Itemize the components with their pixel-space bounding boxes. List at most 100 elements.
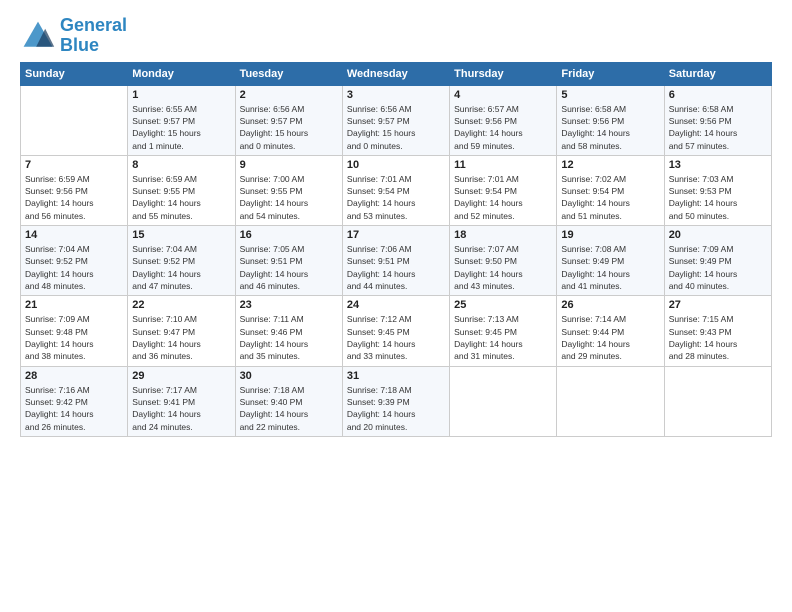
day-cell: 2 Sunrise: 6:56 AMSunset: 9:57 PMDaylight… (235, 85, 342, 155)
day-number: 7 (25, 159, 123, 171)
day-number: 31 (347, 370, 445, 382)
day-info: Sunrise: 7:18 AMSunset: 9:39 PMDaylight:… (347, 384, 445, 433)
day-cell: 1 Sunrise: 6:55 AMSunset: 9:57 PMDaylight… (128, 85, 235, 155)
day-number: 1 (132, 89, 230, 101)
day-info: Sunrise: 6:56 AMSunset: 9:57 PMDaylight:… (347, 103, 445, 152)
day-info: Sunrise: 7:01 AMSunset: 9:54 PMDaylight:… (347, 173, 445, 222)
day-cell: 3 Sunrise: 6:56 AMSunset: 9:57 PMDaylight… (342, 85, 449, 155)
day-cell: 22 Sunrise: 7:10 AMSunset: 9:47 PMDayligh… (128, 296, 235, 366)
day-cell: 12 Sunrise: 7:02 AMSunset: 9:54 PMDayligh… (557, 155, 664, 225)
day-cell: 20 Sunrise: 7:09 AMSunset: 9:49 PMDayligh… (664, 226, 771, 296)
day-number: 20 (669, 229, 767, 241)
day-info: Sunrise: 7:06 AMSunset: 9:51 PMDaylight:… (347, 243, 445, 292)
day-number: 13 (669, 159, 767, 171)
week-row-5: 28Sunrise: 7:16 AMSunset: 9:42 PMDayligh… (21, 366, 772, 436)
day-number: 14 (25, 229, 123, 241)
day-info: Sunrise: 6:56 AMSunset: 9:57 PMDaylight:… (240, 103, 338, 152)
day-number: 22 (132, 299, 230, 311)
day-number: 26 (561, 299, 659, 311)
day-cell: 6Sunrise: 6:58 AMSunset: 9:56 PMDaylight… (664, 85, 771, 155)
day-info: Sunrise: 7:09 AMSunset: 9:49 PMDaylight:… (669, 243, 767, 292)
day-cell: 24 Sunrise: 7:12 AMSunset: 9:45 PMDayligh… (342, 296, 449, 366)
day-info: Sunrise: 6:55 AMSunset: 9:57 PMDaylight:… (132, 103, 230, 152)
col-header-monday: Monday (128, 62, 235, 85)
day-info: Sunrise: 6:57 AMSunset: 9:56 PMDaylight:… (454, 103, 552, 152)
day-number: 6 (669, 89, 767, 101)
day-number: 4 (454, 89, 552, 101)
day-number: 15 (132, 229, 230, 241)
day-cell: 27Sunrise: 7:15 AMSunset: 9:43 PMDayligh… (664, 296, 771, 366)
day-cell: 7 Sunrise: 6:59 AMSunset: 9:56 PMDaylight… (21, 155, 128, 225)
logo-text: General Blue (60, 16, 127, 56)
day-number: 9 (240, 159, 338, 171)
day-number: 3 (347, 89, 445, 101)
day-info: Sunrise: 7:15 AMSunset: 9:43 PMDaylight:… (669, 313, 767, 362)
col-header-friday: Friday (557, 62, 664, 85)
day-number: 30 (240, 370, 338, 382)
day-cell: 21 Sunrise: 7:09 AMSunset: 9:48 PMDayligh… (21, 296, 128, 366)
day-info: Sunrise: 7:05 AMSunset: 9:51 PMDaylight:… (240, 243, 338, 292)
day-info: Sunrise: 7:08 AMSunset: 9:49 PMDaylight:… (561, 243, 659, 292)
day-info: Sunrise: 6:58 AMSunset: 9:56 PMDaylight:… (561, 103, 659, 152)
day-info: Sunrise: 7:17 AMSunset: 9:41 PMDaylight:… (132, 384, 230, 433)
day-number: 25 (454, 299, 552, 311)
logo-icon (20, 18, 56, 54)
day-cell: 14 Sunrise: 7:04 AMSunset: 9:52 PMDayligh… (21, 226, 128, 296)
day-info: Sunrise: 7:04 AMSunset: 9:52 PMDaylight:… (132, 243, 230, 292)
day-info: Sunrise: 7:02 AMSunset: 9:54 PMDaylight:… (561, 173, 659, 222)
day-cell: 9 Sunrise: 7:00 AMSunset: 9:55 PMDaylight… (235, 155, 342, 225)
day-info: Sunrise: 7:10 AMSunset: 9:47 PMDaylight:… (132, 313, 230, 362)
day-cell (664, 366, 771, 436)
day-cell: 4 Sunrise: 6:57 AMSunset: 9:56 PMDaylight… (450, 85, 557, 155)
day-number: 2 (240, 89, 338, 101)
day-cell: 28Sunrise: 7:16 AMSunset: 9:42 PMDayligh… (21, 366, 128, 436)
day-number: 24 (347, 299, 445, 311)
day-cell: 26Sunrise: 7:14 AMSunset: 9:44 PMDayligh… (557, 296, 664, 366)
day-number: 19 (561, 229, 659, 241)
day-info: Sunrise: 7:13 AMSunset: 9:45 PMDaylight:… (454, 313, 552, 362)
day-info: Sunrise: 7:03 AMSunset: 9:53 PMDaylight:… (669, 173, 767, 222)
col-header-tuesday: Tuesday (235, 62, 342, 85)
day-number: 23 (240, 299, 338, 311)
day-cell: 5 Sunrise: 6:58 AMSunset: 9:56 PMDaylight… (557, 85, 664, 155)
day-info: Sunrise: 6:59 AMSunset: 9:55 PMDaylight:… (132, 173, 230, 222)
day-cell (21, 85, 128, 155)
header: General Blue (20, 16, 772, 56)
day-info: Sunrise: 7:07 AMSunset: 9:50 PMDaylight:… (454, 243, 552, 292)
day-number: 28 (25, 370, 123, 382)
day-cell: 29 Sunrise: 7:17 AMSunset: 9:41 PMDayligh… (128, 366, 235, 436)
day-info: Sunrise: 7:09 AMSunset: 9:48 PMDaylight:… (25, 313, 123, 362)
day-cell: 17Sunrise: 7:06 AMSunset: 9:51 PMDayligh… (342, 226, 449, 296)
day-info: Sunrise: 7:18 AMSunset: 9:40 PMDaylight:… (240, 384, 338, 433)
col-header-thursday: Thursday (450, 62, 557, 85)
calendar-table: SundayMondayTuesdayWednesdayThursdayFrid… (20, 62, 772, 437)
day-cell (557, 366, 664, 436)
day-info: Sunrise: 7:04 AMSunset: 9:52 PMDaylight:… (25, 243, 123, 292)
day-cell: 13 Sunrise: 7:03 AMSunset: 9:53 PMDayligh… (664, 155, 771, 225)
day-number: 12 (561, 159, 659, 171)
day-info: Sunrise: 6:59 AMSunset: 9:56 PMDaylight:… (25, 173, 123, 222)
day-info: Sunrise: 7:01 AMSunset: 9:54 PMDaylight:… (454, 173, 552, 222)
day-info: Sunrise: 7:12 AMSunset: 9:45 PMDaylight:… (347, 313, 445, 362)
week-row-2: 7 Sunrise: 6:59 AMSunset: 9:56 PMDaylight… (21, 155, 772, 225)
col-header-wednesday: Wednesday (342, 62, 449, 85)
day-cell: 8 Sunrise: 6:59 AMSunset: 9:55 PMDaylight… (128, 155, 235, 225)
day-number: 5 (561, 89, 659, 101)
day-cell: 30 Sunrise: 7:18 AMSunset: 9:40 PMDayligh… (235, 366, 342, 436)
day-number: 18 (454, 229, 552, 241)
logo: General Blue (20, 16, 127, 56)
day-number: 29 (132, 370, 230, 382)
col-header-sunday: Sunday (21, 62, 128, 85)
calendar-page: General Blue SundayMondayTuesdayWednesda… (0, 0, 792, 612)
day-cell: 11 Sunrise: 7:01 AMSunset: 9:54 PMDayligh… (450, 155, 557, 225)
day-number: 11 (454, 159, 552, 171)
day-info: Sunrise: 7:00 AMSunset: 9:55 PMDaylight:… (240, 173, 338, 222)
day-cell: 23Sunrise: 7:11 AMSunset: 9:46 PMDayligh… (235, 296, 342, 366)
week-row-3: 14 Sunrise: 7:04 AMSunset: 9:52 PMDayligh… (21, 226, 772, 296)
day-number: 8 (132, 159, 230, 171)
day-number: 21 (25, 299, 123, 311)
day-cell: 10Sunrise: 7:01 AMSunset: 9:54 PMDayligh… (342, 155, 449, 225)
week-row-1: 1 Sunrise: 6:55 AMSunset: 9:57 PMDaylight… (21, 85, 772, 155)
day-cell: 25 Sunrise: 7:13 AMSunset: 9:45 PMDayligh… (450, 296, 557, 366)
col-header-saturday: Saturday (664, 62, 771, 85)
